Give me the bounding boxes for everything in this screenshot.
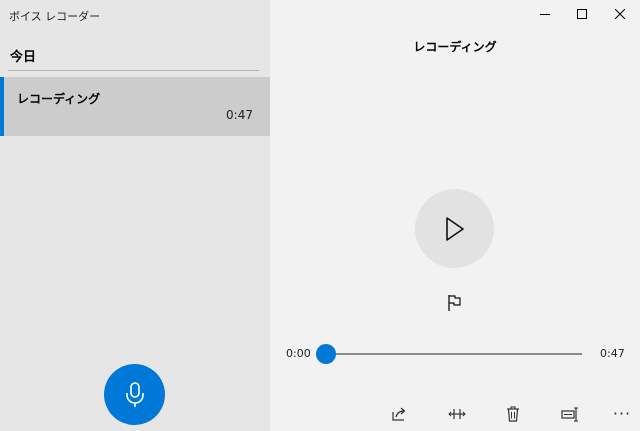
play-button[interactable] — [415, 189, 494, 268]
share-icon — [392, 407, 406, 421]
close-button[interactable] — [600, 0, 640, 28]
play-icon — [445, 216, 464, 241]
delete-button[interactable] — [501, 402, 525, 426]
seek-bar-thumb[interactable] — [316, 344, 336, 364]
close-icon — [615, 9, 625, 19]
section-header-today: 今日 — [10, 50, 37, 65]
minimize-button[interactable] — [525, 0, 565, 28]
rename-button[interactable] — [558, 402, 582, 426]
add-marker-button[interactable] — [445, 292, 465, 314]
recording-list-item[interactable]: レコーディング 0:47 — [0, 77, 270, 136]
section-divider — [8, 70, 259, 71]
player-pane: レコーディング 0:00 0:47 ··· — [270, 0, 640, 431]
recording-title: レコーディング — [413, 40, 497, 54]
recording-name: レコーディング — [17, 92, 101, 106]
time-total: 0:47 — [600, 347, 625, 360]
delete-icon — [507, 406, 519, 422]
microphone-icon — [125, 381, 144, 407]
more-icon: ··· — [612, 404, 632, 423]
selection-indicator — [0, 77, 4, 136]
rename-icon — [561, 407, 578, 422]
flag-icon — [448, 295, 461, 311]
record-button[interactable] — [104, 364, 165, 425]
share-button[interactable] — [387, 402, 411, 426]
seek-bar-track[interactable] — [324, 353, 582, 355]
more-button[interactable]: ··· — [610, 402, 634, 426]
trim-button[interactable] — [445, 402, 469, 426]
maximize-button[interactable] — [562, 0, 602, 28]
trim-icon — [448, 409, 466, 419]
recording-duration: 0:47 — [226, 108, 253, 122]
maximize-icon — [577, 9, 587, 19]
time-current: 0:00 — [286, 347, 311, 360]
sidebar: ボイス レコーダー 今日 レコーディング 0:47 — [0, 0, 270, 431]
minimize-icon — [540, 14, 550, 15]
app-title: ボイス レコーダー — [9, 10, 101, 23]
